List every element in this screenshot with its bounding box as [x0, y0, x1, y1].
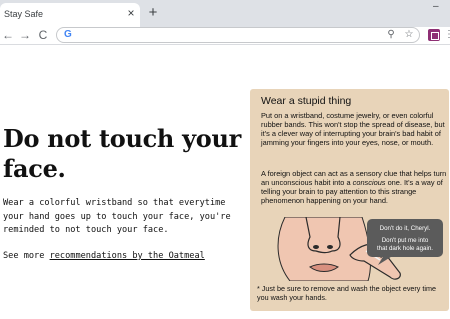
reload-icon[interactable]: C — [36, 27, 50, 43]
plus-icon[interactable]: + — [145, 5, 161, 21]
active-tab[interactable]: Stay Safe × — [0, 3, 140, 27]
address-bar[interactable]: G ⚲ ☆ — [56, 27, 420, 43]
card-emphasis: conscious — [352, 178, 386, 188]
oatmeal-recommendations-link[interactable]: recommendations by the Oatmeal — [50, 251, 205, 261]
page-body-text: Wear a colorful wristband so that everyt… — [3, 198, 231, 235]
zoom-icon[interactable]: ⚲ — [385, 28, 397, 42]
card-paragraph-1: Put on a wristband, costume jewelry, or … — [261, 111, 445, 148]
see-more-line: See more recommendations by the Oatmeal — [3, 250, 241, 263]
tab-strip: Stay Safe × + – — [0, 0, 450, 27]
see-more-prefix: See more — [3, 251, 50, 261]
tab-title: Stay Safe — [4, 9, 44, 19]
page-title: Do not touch your face. — [3, 124, 241, 183]
comic-illustration: Don't do it, Cheryl. Don't put me into t… — [277, 217, 443, 281]
bubble-line-1: Don't do it, Cheryl. — [380, 225, 431, 232]
extension-icon[interactable] — [428, 29, 440, 41]
card-footnote: * Just be sure to remove and wash the ob… — [257, 284, 436, 302]
bubble-line-3: that dark hole again. — [377, 245, 433, 252]
url-input[interactable] — [79, 29, 359, 41]
close-icon[interactable]: × — [124, 6, 138, 20]
star-icon[interactable]: ☆ — [403, 28, 415, 42]
menu-icon[interactable]: ⋮ — [444, 27, 450, 43]
card-paragraph-2: A foreign object can act as a sensory cl… — [261, 169, 447, 205]
comic-card: Wear a stupid thing Put on a wristband, … — [250, 89, 449, 311]
bubble-line-2: Don't put me into — [382, 237, 429, 244]
card-title: Wear a stupid thing — [261, 95, 352, 107]
browser-toolbar: ← → C G ⚲ ☆ ⋮ — [0, 27, 450, 45]
google-icon: G — [64, 29, 72, 40]
back-arrow-icon[interactable]: ← — [1, 27, 15, 43]
forward-arrow-icon[interactable]: → — [18, 27, 32, 43]
minimize-button[interactable]: – — [433, 1, 439, 12]
